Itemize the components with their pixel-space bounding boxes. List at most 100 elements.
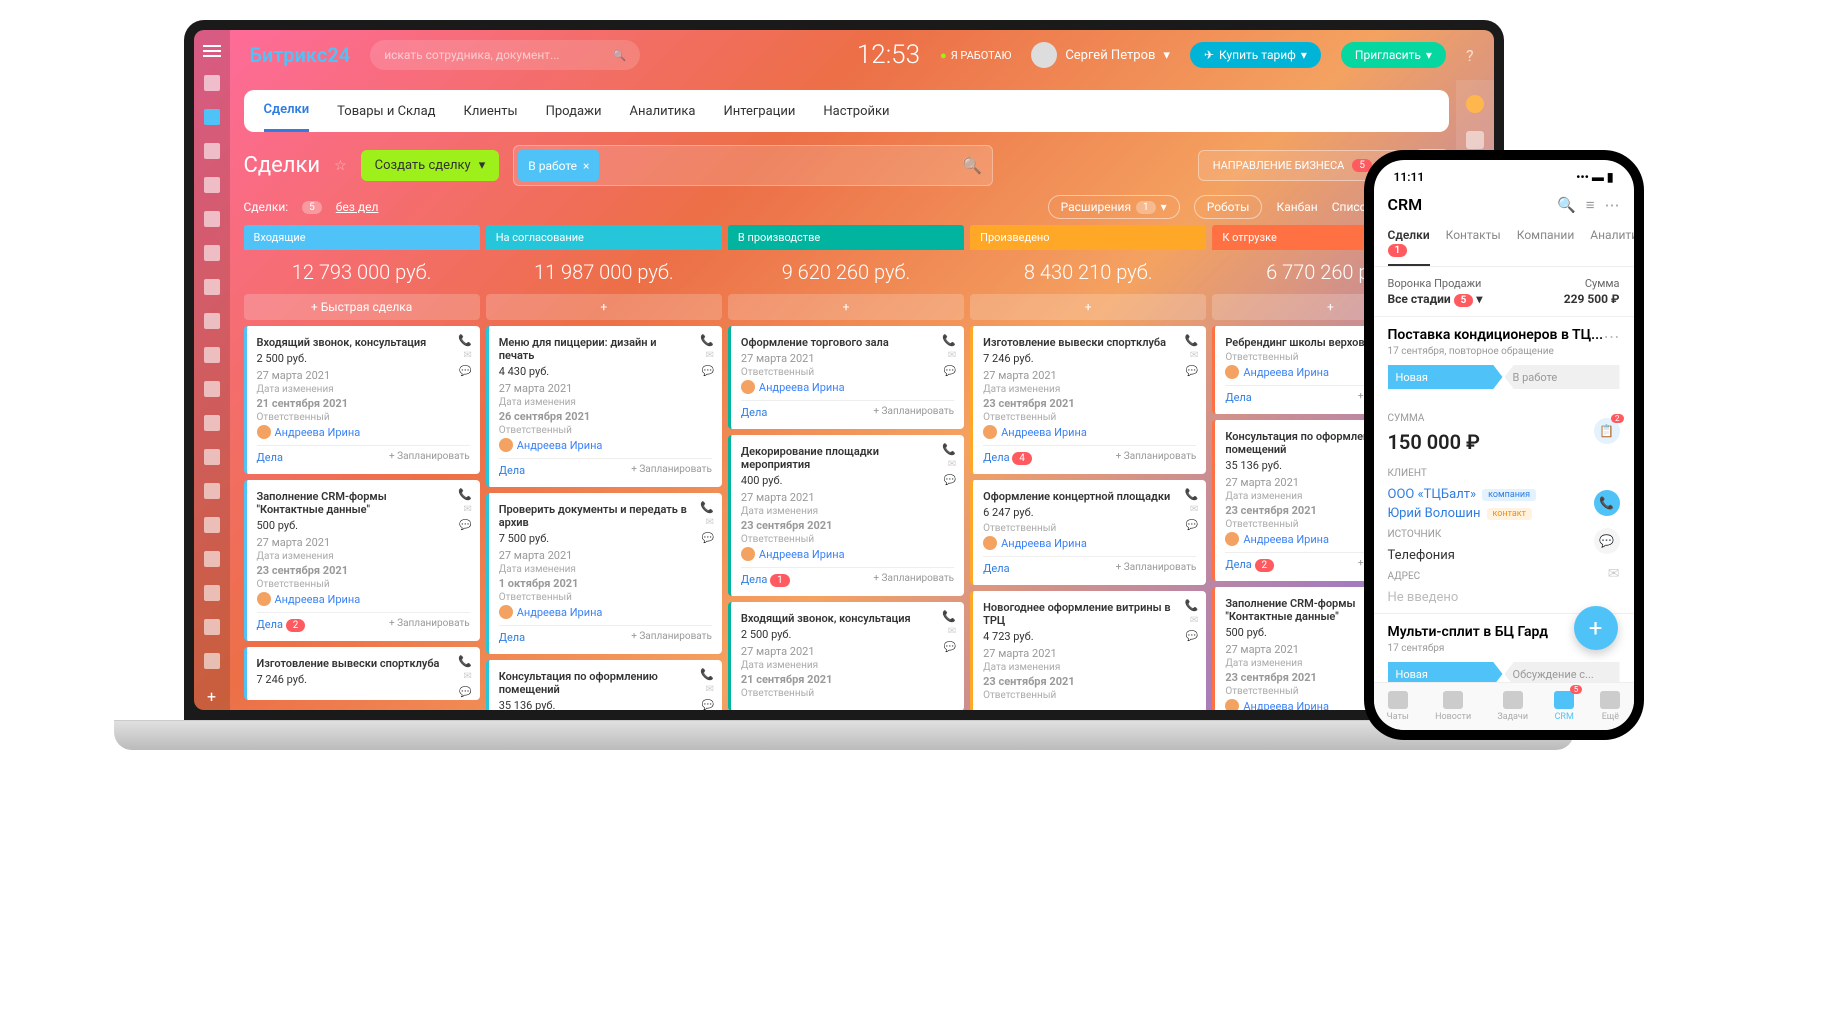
sidebar-icon[interactable] (204, 551, 220, 567)
sidebar-icon[interactable] (204, 313, 220, 329)
card-person[interactable]: Андреева Ирина (983, 425, 1196, 439)
star-icon[interactable]: ☆ (334, 158, 347, 174)
sidebar-icon[interactable] (204, 415, 220, 431)
buy-tariff-button[interactable]: ✈ Купить тариф ▾ (1190, 42, 1321, 68)
mail-icon[interactable]: ✉ (1190, 615, 1198, 626)
phone-icon[interactable]: 📞 (458, 334, 472, 347)
chat-icon[interactable]: 💬 (701, 366, 713, 377)
work-status[interactable]: Я РАБОТАЮ (940, 49, 1011, 62)
phone-tab[interactable]: Компании (1517, 220, 1575, 266)
phone-icon[interactable]: 📞 (458, 655, 472, 668)
mail-icon[interactable]: ✉ (706, 684, 714, 695)
phone-icon[interactable]: 📞 (700, 501, 714, 514)
sidebar-icon[interactable] (204, 109, 220, 125)
phone-tab[interactable]: Аналитика (1590, 220, 1633, 266)
card-dela[interactable]: Дела (1225, 391, 1251, 404)
card-dela[interactable]: Дела (741, 406, 767, 419)
sidebar-icon[interactable] (204, 653, 220, 669)
invite-button[interactable]: Пригласить ▾ (1341, 42, 1446, 68)
phone-tab[interactable]: Сделки 1 (1388, 220, 1430, 266)
phone-nav-item[interactable]: Новости (1435, 691, 1471, 722)
phone-icon[interactable]: 📞 (700, 334, 714, 347)
mail-icon[interactable]: ✉ (463, 350, 471, 361)
plus-icon[interactable]: + (204, 687, 220, 703)
deal-card[interactable]: 📞 ✉ 💬 Меню для пиццерии: дизайн и печать… (486, 326, 722, 487)
deal-card[interactable]: 📞 ✉ 💬 Изготовление вывески спортклуба7 2… (244, 647, 480, 700)
card-person[interactable]: Андреева Ирина (741, 547, 954, 561)
sidebar-icon[interactable] (204, 517, 220, 533)
phone-icon[interactable]: 📞 (1185, 488, 1199, 501)
filter-icon[interactable]: ≡ (1586, 196, 1595, 214)
column-header[interactable]: В производстве (728, 225, 964, 250)
sidebar-icon[interactable] (204, 245, 220, 261)
mail-icon[interactable]: ✉ (1608, 566, 1620, 582)
column-header[interactable]: Входящие (244, 225, 480, 250)
card-plan[interactable]: + Запланировать (1116, 451, 1197, 464)
sidebar-icon[interactable] (204, 381, 220, 397)
chat-icon[interactable]: 💬 (701, 700, 713, 710)
card-dela[interactable]: Дела 1 (741, 573, 790, 586)
card-plan[interactable]: + Запланировать (389, 451, 470, 464)
add-fab[interactable]: + (1574, 606, 1618, 650)
card-person[interactable]: Андреева Ирина (257, 425, 470, 439)
nav-tab-2[interactable]: Клиенты (463, 92, 517, 131)
deal-card[interactable]: 📞 ✉ 💬 Проверить документы и передать в а… (486, 493, 722, 654)
card-person[interactable]: Андреева Ирина (983, 536, 1196, 550)
user-menu[interactable]: Сергей Петров ▾ (1031, 42, 1170, 68)
search-icon[interactable]: 🔍 (1557, 196, 1576, 214)
deal-card[interactable]: 📞 ✉ 💬 Декорирование площадки мероприятия… (728, 435, 964, 596)
phone-icon[interactable]: 📞 (1185, 599, 1199, 612)
phone-icon[interactable]: 📞 (458, 488, 472, 501)
phone-nav-item[interactable]: 5CRM (1554, 691, 1574, 722)
phone-tab[interactable]: Контакты (1446, 220, 1501, 266)
card-plan[interactable]: + Запланировать (873, 406, 954, 419)
phone-icon[interactable]: 📞 (942, 443, 956, 456)
card-dela[interactable]: Дела (499, 464, 525, 477)
card-person[interactable]: Андреева Ирина (741, 380, 954, 394)
more-icon[interactable]: ⋯ (1604, 327, 1620, 346)
card-plan[interactable]: + Запланировать (631, 464, 712, 477)
robots-button[interactable]: Роботы (1194, 195, 1263, 219)
card-dela[interactable]: Дела 2 (1225, 558, 1274, 571)
close-icon[interactable]: × (583, 159, 589, 173)
card-person[interactable]: Андреева Ирина (257, 592, 470, 606)
sidebar-icon[interactable] (204, 449, 220, 465)
card-plan[interactable]: + Запланировать (873, 573, 954, 586)
extensions-button[interactable]: Расширения 1 ▾ (1048, 195, 1180, 219)
bell-icon[interactable] (1466, 95, 1484, 113)
float-badge[interactable]: 📋2 (1594, 418, 1620, 444)
sidebar-icon[interactable] (204, 279, 220, 295)
sidebar-icon[interactable] (204, 483, 220, 499)
chat-icon[interactable]: 💬 (944, 642, 956, 653)
deal-stages[interactable]: Новая В работе (1388, 365, 1620, 389)
deal-card[interactable]: 📞 ✉ 💬 Оформление концертной площадки6 24… (970, 480, 1206, 585)
quick-add-button[interactable]: + (486, 294, 722, 320)
mail-icon[interactable]: ✉ (706, 517, 714, 528)
sidebar-icon[interactable] (204, 177, 220, 193)
sidebar-icon[interactable] (204, 143, 220, 159)
chat-icon[interactable]: 💬 (701, 533, 713, 544)
chat-icon[interactable]: 💬 (459, 366, 471, 377)
filter-bar[interactable]: В работе × 🔍 (513, 145, 993, 186)
sidebar-icon[interactable] (204, 211, 220, 227)
chat-icon[interactable]: 💬 (944, 475, 956, 486)
quick-add-button[interactable]: + Быстрая сделка (244, 294, 480, 320)
card-dela[interactable]: Дела 4 (983, 451, 1032, 464)
card-plan[interactable]: + Запланировать (1116, 562, 1197, 575)
card-dela[interactable]: Дела (257, 451, 283, 464)
quick-add-button[interactable]: + (728, 294, 964, 320)
chat-icon[interactable]: 💬 (1594, 528, 1620, 554)
sidebar-icon[interactable] (204, 347, 220, 363)
card-dela[interactable]: Дела 2 (257, 618, 306, 631)
nav-tab-5[interactable]: Интеграции (723, 92, 795, 131)
deal-card[interactable]: 📞 ✉ 💬 Новогоднее оформление витрины в ТР… (970, 591, 1206, 710)
column-header[interactable]: На согласование (486, 225, 722, 250)
phone-funnel-row[interactable]: Воронка Продажи Все стадии 5 ▾ Сумма 229… (1374, 267, 1634, 316)
create-deal-button[interactable]: Создать сделку ▾ (361, 150, 500, 181)
mail-icon[interactable]: ✉ (948, 459, 956, 470)
search-input[interactable]: искать сотрудника, документ... (370, 40, 640, 70)
phone-icon[interactable]: 📞 (700, 668, 714, 681)
phone-icon[interactable]: 📞 (1185, 334, 1199, 347)
chat-icon[interactable]: 💬 (1186, 366, 1198, 377)
stage-new[interactable]: Новая (1388, 365, 1503, 389)
